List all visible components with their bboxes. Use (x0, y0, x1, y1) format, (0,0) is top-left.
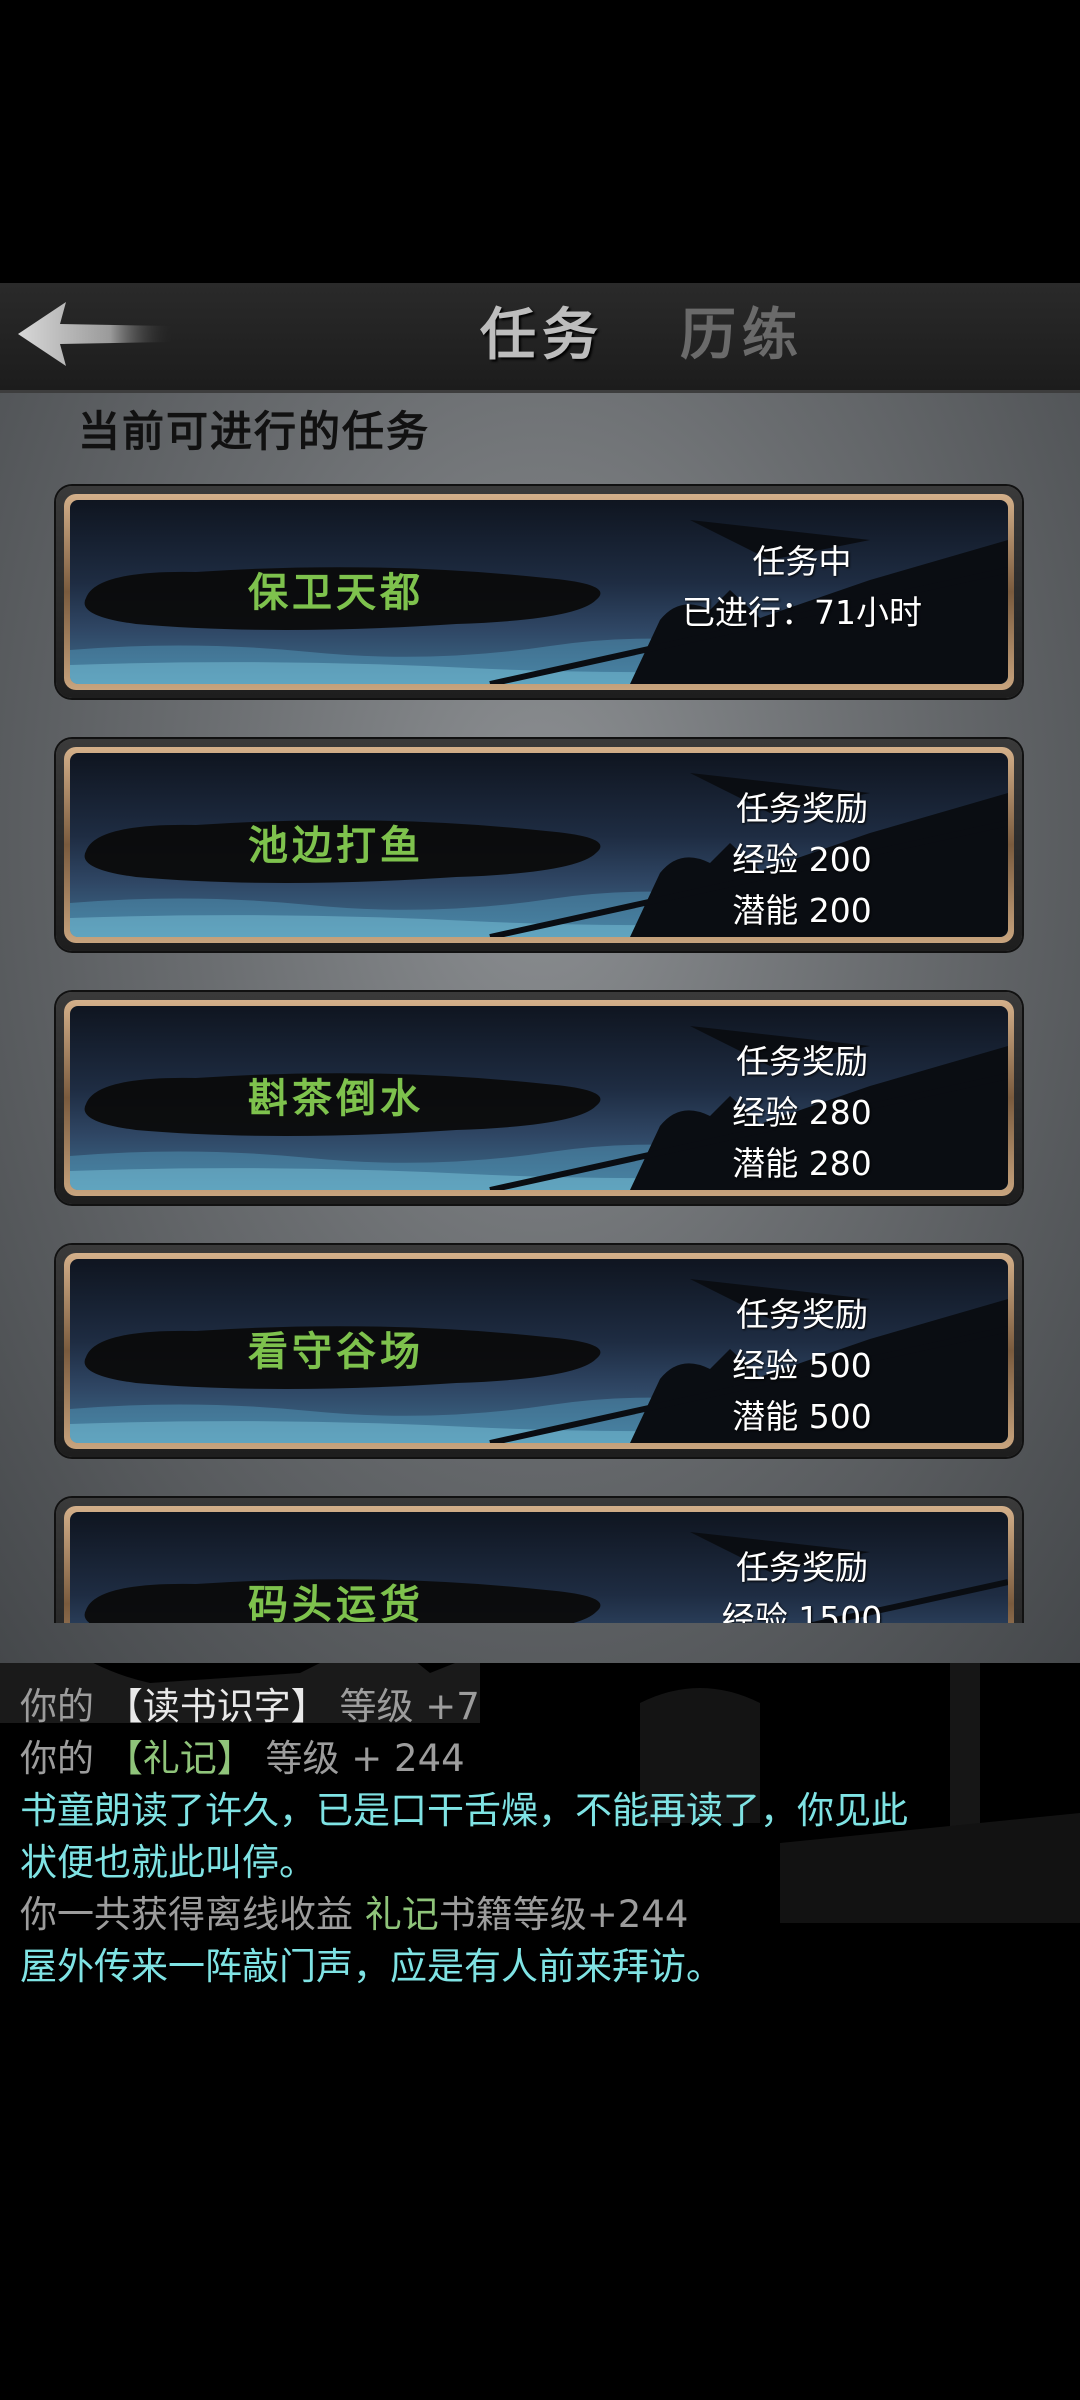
task-name: 池边打鱼 (248, 822, 424, 869)
task-name: 码头运货 (248, 1581, 424, 1623)
task-info-line: 任务奖励 (736, 1295, 868, 1334)
log-line: 屋外传来一阵敲门声，应是有人前来拜访。 (20, 1945, 723, 1988)
log-text: 你一共获得离线收益 (20, 1893, 365, 1936)
log-text: 等级 +7 (327, 1685, 480, 1728)
task-info-line: 潜能 500 (732, 1397, 872, 1436)
task-card[interactable]: 保卫天都 任务中 已进行：71小时 (56, 486, 1022, 698)
log-text: 你的 (20, 1685, 106, 1728)
task-info-line: 任务奖励 (736, 789, 868, 828)
task-card[interactable]: 斟茶倒水 任务奖励 经验 280 潜能 280 (56, 992, 1022, 1204)
log-text: 书籍等级+244 (438, 1893, 689, 1936)
skill-name: 【礼记】 (105, 1737, 254, 1780)
message-log[interactable]: 你的 【读书识字】 等级 +7 你的 【礼记】 等级 + 244 书童朗读了许久… (0, 1663, 1080, 2023)
log-line: 你的 【礼记】 等级 + 244 (20, 1733, 1070, 1785)
task-info: 任务奖励 经验 280 潜能 280 (652, 1036, 952, 1189)
task-info-line: 潜能 280 (732, 1144, 872, 1183)
task-info-line: 潜能 200 (732, 891, 872, 930)
skill-name: 【读书识字】 (105, 1685, 328, 1728)
log-line: 你一共获得离线收益 礼记书籍等级+244 (20, 1889, 1070, 1941)
task-info: 任务奖励 经验 200 潜能 200 (652, 783, 952, 936)
task-info-line: 经验 200 (732, 840, 872, 879)
task-name: 看守谷场 (248, 1328, 424, 1375)
task-info-line: 任务中 (752, 542, 852, 581)
task-info: 任务奖励 经验 500 潜能 500 (652, 1289, 952, 1442)
log-line: 你的 【读书识字】 等级 +7 (20, 1681, 1070, 1733)
task-card[interactable]: 池边打鱼 任务奖励 经验 200 潜能 200 (56, 739, 1022, 951)
log-line: 书童朗读了许久，已是口干舌燥，不能再读了，你见此 (20, 1789, 908, 1832)
task-name: 保卫天都 (248, 569, 424, 616)
task-card[interactable]: 码头运货 任务奖励 经验 1500 (56, 1498, 1022, 1623)
back-button[interactable] (14, 298, 174, 370)
log-lines: 你的 【读书识字】 等级 +7 你的 【礼记】 等级 + 244 书童朗读了许久… (20, 1681, 1070, 1993)
section-title: 当前可进行的任务 (78, 407, 431, 456)
task-name: 斟茶倒水 (248, 1075, 424, 1122)
task-info-line: 已进行：71小时 (682, 593, 922, 632)
task-list[interactable]: 保卫天都 任务中 已进行：71小时 池边打鱼 任务奖励 经验 200 潜能 20… (0, 480, 1080, 1623)
log-text: 你的 (20, 1737, 106, 1780)
task-info-line: 经验 280 (732, 1093, 872, 1132)
back-arrow-icon (18, 302, 172, 366)
task-info: 任务奖励 经验 1500 (652, 1542, 952, 1623)
task-info-line: 经验 500 (732, 1346, 872, 1385)
task-card[interactable]: 看守谷场 任务奖励 经验 500 潜能 500 (56, 1245, 1022, 1457)
tab-task[interactable]: 任务 (480, 290, 604, 371)
log-text: 等级 + 244 (253, 1737, 465, 1780)
log-line: 状便也就此叫停。 (20, 1841, 316, 1884)
task-info-line: 任务奖励 (736, 1548, 868, 1587)
book-name: 礼记 (364, 1893, 439, 1936)
task-info: 任务中 已进行：71小时 (652, 536, 952, 638)
task-info-line: 任务奖励 (736, 1042, 868, 1081)
task-info-line: 经验 1500 (721, 1599, 883, 1623)
tab-training[interactable]: 历练 (680, 290, 804, 371)
